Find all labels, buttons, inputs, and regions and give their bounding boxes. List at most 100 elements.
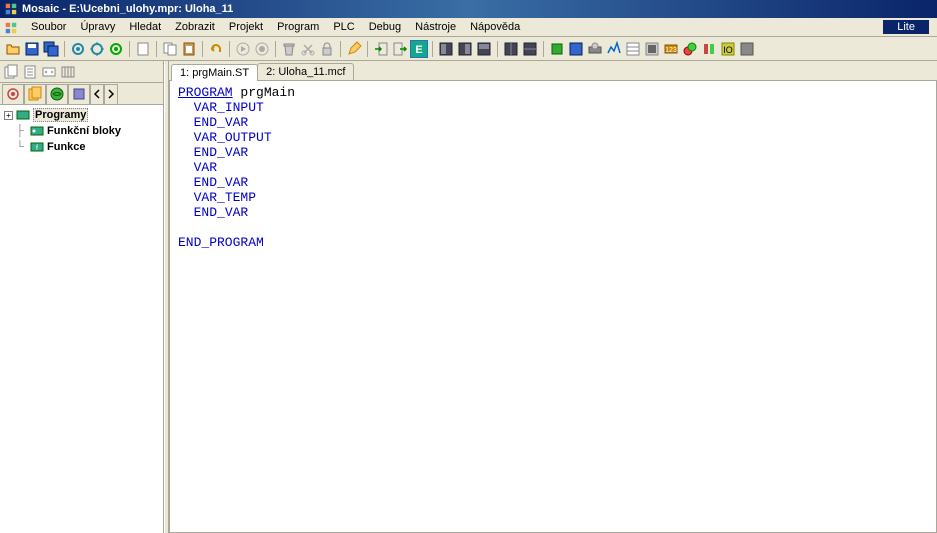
trash-button[interactable] — [280, 40, 298, 58]
panel-button-2[interactable] — [456, 40, 474, 58]
save-all-button[interactable] — [42, 40, 60, 58]
kw-end-var: END_VAR — [194, 145, 249, 160]
gear-button-1[interactable] — [69, 40, 87, 58]
save-button[interactable] — [23, 40, 41, 58]
svg-text:f: f — [36, 145, 38, 152]
left-tab-prev[interactable] — [90, 84, 104, 104]
kw-end-var: END_VAR — [194, 115, 249, 130]
toolbar-sep — [497, 41, 498, 57]
pencil-button[interactable] — [345, 40, 363, 58]
menu-plc[interactable]: PLC — [326, 19, 361, 35]
tree-branch-icon: ├ — [16, 125, 30, 137]
title-bar: Mosaic - E:\Ucebni_ulohy.mpr: Uloha_11 — [0, 0, 937, 18]
toolbar-sep — [229, 41, 230, 57]
toolbar-sep — [64, 41, 65, 57]
tool-button-11[interactable] — [738, 40, 756, 58]
tool-button-3[interactable] — [586, 40, 604, 58]
left-tab-3[interactable] — [46, 84, 68, 104]
cut-button[interactable] — [299, 40, 317, 58]
gear-button-2[interactable] — [88, 40, 106, 58]
tool-button-4[interactable] — [605, 40, 623, 58]
menu-debug[interactable]: Debug — [362, 19, 408, 35]
left-panel: + Programy ├ Funkční bloky └ f Funkce — [0, 61, 164, 533]
tree-item-programy[interactable]: + Programy — [2, 107, 161, 123]
code-name: prgMain — [233, 85, 295, 100]
code-editor[interactable]: PROGRAM prgMain VAR_INPUT END_VAR VAR_OU… — [169, 81, 937, 533]
menu-soubor[interactable]: Soubor — [24, 19, 73, 35]
menu-hledat[interactable]: Hledat — [122, 19, 168, 35]
left-tab-4[interactable] — [68, 84, 90, 104]
menu-projekt[interactable]: Projekt — [222, 19, 270, 35]
tree-label: Funkce — [47, 141, 86, 153]
left-tool-2[interactable] — [21, 63, 39, 81]
kw-var-input: VAR_INPUT — [194, 100, 264, 115]
block-icon — [30, 124, 44, 138]
menu-nastroje[interactable]: Nástroje — [408, 19, 463, 35]
menu-zobrazit[interactable]: Zobrazit — [168, 19, 222, 35]
left-panel-toolbar — [0, 61, 163, 83]
kw-var-temp: VAR_TEMP — [194, 190, 256, 205]
toolbar-sep — [340, 41, 341, 57]
left-tab-2[interactable] — [24, 84, 46, 104]
e-mode-button[interactable]: E — [410, 40, 428, 58]
main-area: + Programy ├ Funkční bloky └ f Funkce 1:… — [0, 61, 937, 533]
tool-button-5[interactable] — [624, 40, 642, 58]
lock-button[interactable] — [318, 40, 336, 58]
project-tree[interactable]: + Programy ├ Funkční bloky └ f Funkce — [0, 105, 163, 533]
tool-button-1[interactable] — [548, 40, 566, 58]
panel-button-3[interactable] — [475, 40, 493, 58]
tree-item-funkcni-bloky[interactable]: ├ Funkční bloky — [2, 123, 161, 139]
tool-button-6[interactable] — [643, 40, 661, 58]
panel-button-4[interactable] — [502, 40, 520, 58]
kw-end-var: END_VAR — [194, 175, 249, 190]
svg-text:123: 123 — [665, 47, 677, 54]
app-menu-icon[interactable] — [4, 20, 18, 34]
copy-button[interactable] — [161, 40, 179, 58]
tool-button-10[interactable]: IO — [719, 40, 737, 58]
svg-text:IO: IO — [723, 45, 733, 55]
tool-button-8[interactable] — [681, 40, 699, 58]
toolbar-sep — [156, 41, 157, 57]
left-tool-3[interactable] — [40, 63, 58, 81]
in-button[interactable] — [372, 40, 390, 58]
tree-branch-icon: └ — [16, 141, 30, 153]
kw-end-program: END_PROGRAM — [178, 235, 264, 250]
panel-button-1[interactable] — [437, 40, 455, 58]
open-button[interactable] — [4, 40, 22, 58]
main-toolbar: E 123 IO — [0, 37, 937, 61]
tool-button-9[interactable] — [700, 40, 718, 58]
gear-button-3[interactable] — [107, 40, 125, 58]
left-tab-1[interactable] — [2, 84, 24, 104]
panel-button-5[interactable] — [521, 40, 539, 58]
left-tool-1[interactable] — [2, 63, 20, 81]
editor-tab-1[interactable]: 1: prgMain.ST — [171, 64, 258, 81]
module-icon — [16, 108, 30, 122]
function-icon: f — [30, 140, 44, 154]
out-button[interactable] — [391, 40, 409, 58]
left-tab-next[interactable] — [104, 84, 118, 104]
tool-button-2[interactable] — [567, 40, 585, 58]
toolbar-sep — [367, 41, 368, 57]
editor-tab-2[interactable]: 2: Uloha_11.mcf — [257, 63, 354, 80]
menu-upravy[interactable]: Úpravy — [73, 19, 122, 35]
tree-label: Funkční bloky — [47, 125, 121, 137]
window-title: Mosaic - E:\Ucebni_ulohy.mpr: Uloha_11 — [22, 3, 233, 15]
svg-text:E: E — [415, 44, 422, 56]
toolbar-sep — [275, 41, 276, 57]
expander-plus-icon[interactable]: + — [4, 111, 13, 120]
paste-button[interactable] — [180, 40, 198, 58]
lite-badge: Lite — [883, 20, 929, 34]
left-tool-4[interactable] — [59, 63, 77, 81]
menu-napoveda[interactable]: Nápověda — [463, 19, 527, 35]
doc-button[interactable] — [134, 40, 152, 58]
undo-button[interactable] — [207, 40, 225, 58]
editor-tabs: 1: prgMain.ST 2: Uloha_11.mcf — [169, 61, 937, 81]
app-logo-icon — [4, 2, 18, 16]
toolbar-sep — [202, 41, 203, 57]
record-button[interactable] — [253, 40, 271, 58]
play-button[interactable] — [234, 40, 252, 58]
tool-button-7[interactable]: 123 — [662, 40, 680, 58]
tree-item-funkce[interactable]: └ f Funkce — [2, 139, 161, 155]
menu-program[interactable]: Program — [270, 19, 326, 35]
kw-var-output: VAR_OUTPUT — [194, 130, 272, 145]
